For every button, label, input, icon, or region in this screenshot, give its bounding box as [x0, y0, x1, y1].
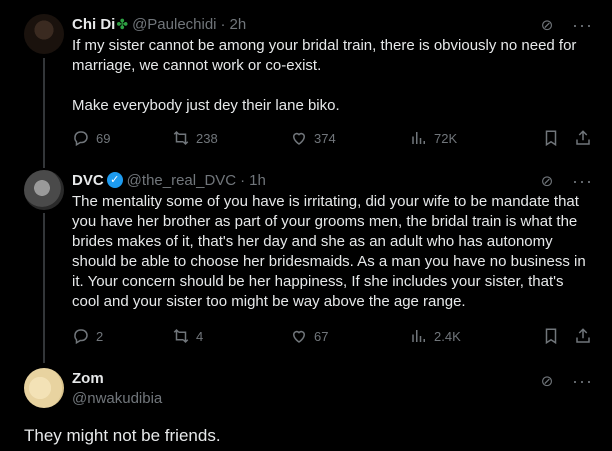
main-tweet[interactable]: Zom @nwakudibia ⊘ ··· They might not be …: [0, 368, 612, 451]
author-name[interactable]: Chi Di: [72, 16, 115, 33]
views-count: 2.4K: [434, 328, 461, 344]
tweet-text: The mentality some of you have is irrita…: [72, 193, 586, 310]
repost-count: 4: [196, 328, 204, 344]
verified-badge-icon: ✓: [106, 172, 123, 188]
reply-count: 69: [96, 130, 111, 146]
repost-button[interactable]: 238: [172, 129, 290, 147]
reply-icon: [74, 329, 88, 345]
tweet-text: If my sister cannot be among your bridal…: [72, 37, 577, 74]
like-icon: [292, 330, 306, 343]
more-icon[interactable]: ···: [572, 16, 592, 34]
author-handle[interactable]: @Paulechidi: [132, 16, 216, 33]
separator-dot: ·: [220, 15, 226, 33]
author-name[interactable]: DVC: [72, 172, 104, 189]
avatar[interactable]: [24, 170, 64, 210]
bookmark-icon[interactable]: [542, 327, 560, 345]
more-icon[interactable]: ···: [572, 172, 592, 190]
reply-button[interactable]: 2: [72, 327, 172, 345]
grok-icon[interactable]: ⊘: [538, 16, 556, 34]
repost-icon: [173, 328, 189, 344]
separator-dot: ·: [240, 171, 246, 189]
like-button[interactable]: 67: [290, 327, 410, 345]
tweet-dvc[interactable]: DVC ✓ @the_real_DVC · 1h ⊘ ··· The menta…: [0, 170, 612, 350]
tweet-text-line2: Make everybody just dey their lane biko.: [72, 97, 340, 114]
timestamp[interactable]: 2h: [230, 16, 247, 33]
views-count: 72K: [434, 130, 458, 146]
like-count: 374: [314, 130, 336, 146]
repost-icon: [173, 130, 189, 146]
avatar[interactable]: [24, 14, 64, 54]
author-handle[interactable]: @the_real_DVC: [127, 172, 236, 189]
like-button[interactable]: 374: [290, 129, 410, 147]
like-count: 67: [314, 328, 329, 344]
reply-button[interactable]: 69: [72, 129, 172, 147]
avatar[interactable]: [24, 368, 64, 408]
repost-count: 238: [196, 130, 218, 146]
share-icon[interactable]: [574, 327, 592, 345]
repost-button[interactable]: 4: [172, 327, 290, 345]
clover-emoji-icon: ✤: [116, 15, 129, 32]
views-icon: [412, 132, 425, 144]
views-icon: [412, 330, 425, 342]
author-handle[interactable]: @nwakudibia: [72, 390, 162, 407]
like-icon: [292, 132, 306, 145]
main-tweet-text: They might not be friends.: [24, 426, 221, 445]
author-name[interactable]: Zom: [72, 370, 104, 387]
views-button[interactable]: 72K: [410, 129, 528, 147]
more-icon[interactable]: ···: [572, 372, 592, 390]
grok-icon[interactable]: ⊘: [538, 372, 556, 390]
tweet-chidi[interactable]: Chi Di ✤ @Paulechidi · 2h ⊘ ··· If my si…: [0, 14, 612, 154]
views-button[interactable]: 2.4K: [410, 327, 528, 345]
bookmark-icon[interactable]: [542, 129, 560, 147]
reply-icon: [74, 131, 88, 147]
reply-count: 2: [96, 328, 104, 344]
timestamp[interactable]: 1h: [249, 172, 266, 189]
grok-icon[interactable]: ⊘: [538, 172, 556, 190]
share-icon[interactable]: [574, 129, 592, 147]
